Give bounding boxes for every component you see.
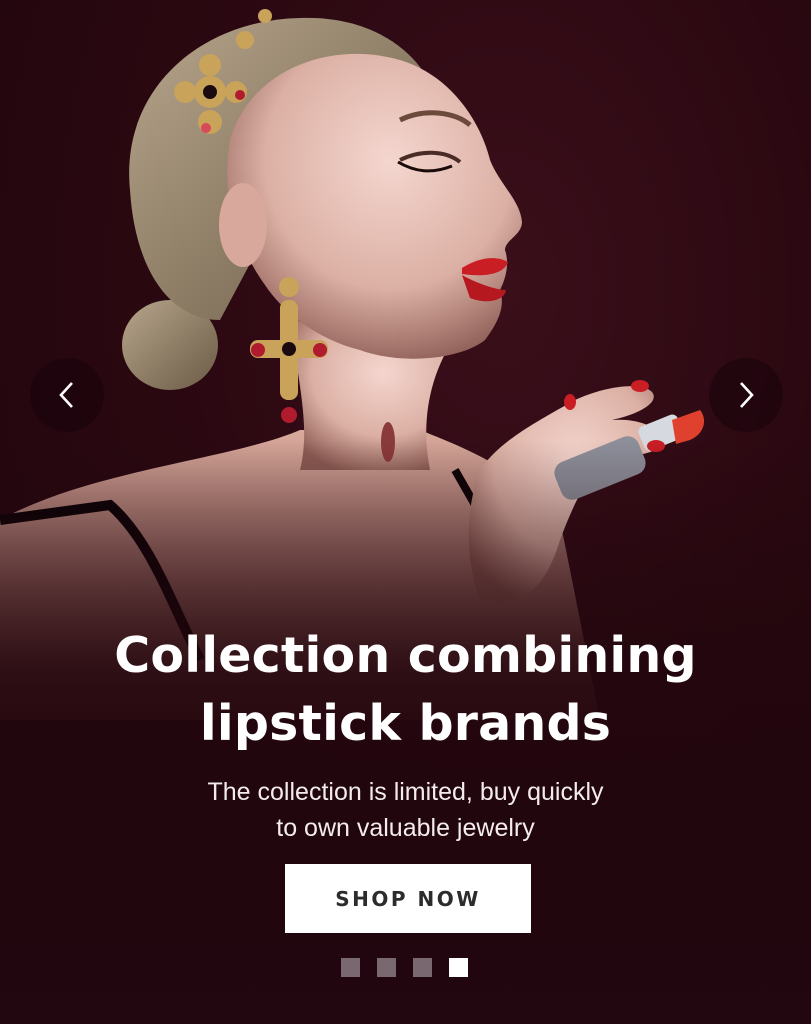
pagination-dot-2[interactable] [377, 958, 396, 977]
prev-slide-button[interactable] [30, 358, 104, 432]
next-slide-button[interactable] [709, 358, 783, 432]
headline-line-2: lipstick brands [199, 695, 612, 752]
slide-headline: Collection combining lipstick brands [0, 622, 811, 758]
subtitle-line-2: to own valuable jewelry [276, 814, 535, 842]
pagination-dot-3[interactable] [413, 958, 432, 977]
slide-subtitle: The collection is limited, buy quickly t… [0, 774, 811, 846]
chevron-left-icon [59, 382, 73, 408]
carousel-pagination [341, 958, 468, 977]
headline-line-1: Collection combining [114, 627, 697, 684]
shop-now-button[interactable]: SHOP NOW [285, 864, 531, 933]
slide-caption: Collection combining lipstick brands The… [0, 622, 811, 846]
pagination-dot-1[interactable] [341, 958, 360, 977]
pagination-dot-4[interactable] [449, 958, 468, 977]
hero-slider: Collection combining lipstick brands The… [0, 0, 811, 1024]
subtitle-line-1: The collection is limited, buy quickly [207, 778, 604, 806]
chevron-right-icon [740, 382, 754, 408]
